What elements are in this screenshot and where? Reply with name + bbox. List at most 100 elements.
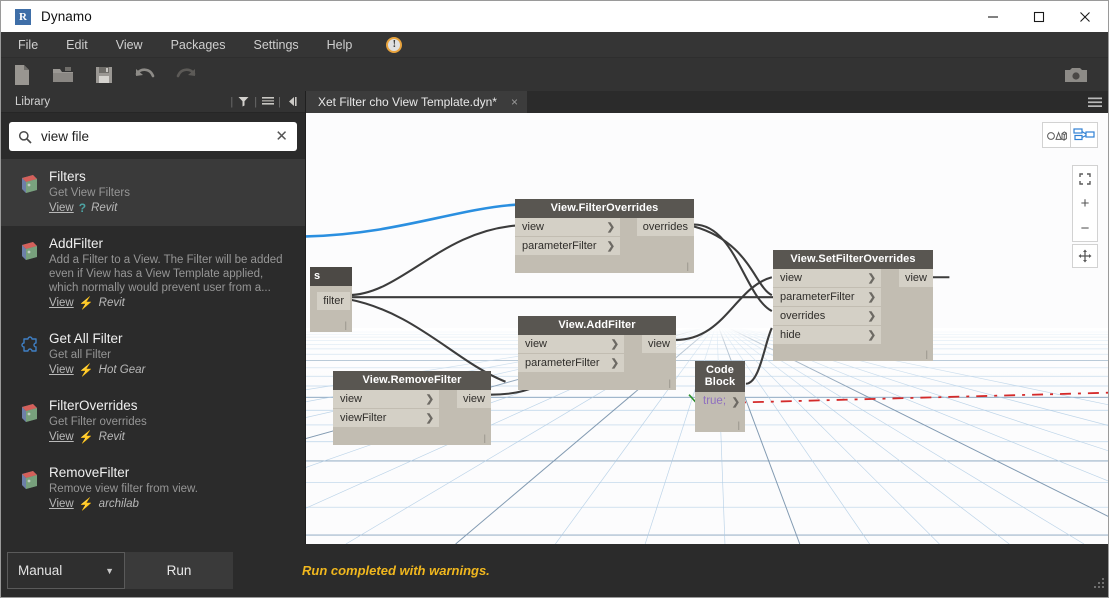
menu-view[interactable]: View: [116, 34, 143, 56]
dynamo-window: R Dynamo File Edit View Packages Setting…: [0, 0, 1109, 598]
run-button[interactable]: Run: [125, 552, 233, 589]
node-graph-icon[interactable]: [1070, 123, 1097, 147]
export-image-button[interactable]: [1055, 58, 1096, 91]
run-mode-select[interactable]: Manual ▼: [7, 552, 125, 589]
save-file-button[interactable]: [83, 58, 124, 91]
maximize-button[interactable]: [1016, 1, 1062, 32]
port-in-view[interactable]: view ❯: [515, 218, 620, 236]
result-category[interactable]: View: [49, 202, 74, 214]
library-result-removefilter[interactable]: RemoveFilter Remove view filter from vie…: [1, 455, 305, 522]
open-folder-button[interactable]: [42, 58, 83, 91]
result-category[interactable]: View: [49, 297, 74, 309]
port-in-view[interactable]: view ❯: [333, 390, 439, 408]
dynamo-logo-icon: R: [15, 8, 31, 25]
graph-canvas[interactable]: s filter | View.FilterOverrides view ❯ p…: [306, 113, 1108, 544]
revit-node-icon: [9, 236, 49, 309]
port-in-view[interactable]: view ❯: [773, 269, 881, 287]
hamburger-menu-icon[interactable]: [1082, 91, 1108, 113]
node-view-setfilteroverrides[interactable]: View.SetFilterOverrides view ❯ parameter…: [773, 250, 933, 361]
zoom-to-fit-button[interactable]: [1073, 166, 1097, 191]
menu-packages[interactable]: Packages: [171, 34, 226, 56]
port-in-parameterfilter[interactable]: parameterFilter ❯: [515, 237, 620, 255]
package-puzzle-icon: [9, 331, 49, 376]
library-result-addfilter[interactable]: AddFilter Add a Filter to a View. The Fi…: [1, 226, 305, 321]
node-resize-grip[interactable]: |: [345, 321, 347, 330]
result-body: RemoveFilter Remove view filter from vie…: [49, 465, 297, 510]
port-out-view[interactable]: view: [898, 269, 933, 287]
result-category[interactable]: View: [49, 431, 74, 443]
port-label: view: [522, 221, 545, 233]
geometry-shapes-icon[interactable]: [1043, 123, 1070, 147]
title-bar: R Dynamo: [1, 1, 1108, 32]
search-box[interactable]: ✕: [9, 122, 297, 151]
port-label: parameterFilter: [522, 240, 597, 252]
node-body: view ❯ viewFilter ❯ view |: [333, 390, 491, 445]
zoom-controls: + −: [1072, 165, 1098, 242]
port-in-parameterfilter[interactable]: parameterFilter ❯: [518, 354, 624, 372]
node-view-filteroverrides[interactable]: View.FilterOverrides view ❯ parameterFil…: [515, 199, 694, 273]
new-file-button[interactable]: [1, 58, 42, 91]
port-in-parameterfilter[interactable]: parameterFilter ❯: [773, 288, 881, 306]
warning-exclamation-icon[interactable]: !: [386, 36, 403, 53]
clear-x-icon[interactable]: ✕: [275, 129, 288, 144]
window-resize-grip[interactable]: [1094, 576, 1105, 594]
port-out-overrides[interactable]: overrides: [636, 218, 694, 236]
chevron-right-icon: ❯: [610, 338, 619, 350]
result-title: AddFilter: [49, 236, 104, 251]
minimize-button[interactable]: [970, 1, 1016, 32]
perspective-grid-background: [306, 113, 1108, 544]
collapse-panel-icon[interactable]: [284, 93, 299, 111]
node-resize-grip[interactable]: |: [926, 350, 928, 359]
zoom-in-button[interactable]: +: [1073, 191, 1097, 216]
canvas-view-controls: + −: [1042, 122, 1098, 268]
library-result-get-all-filter[interactable]: Get All Filter Get all Filter View ⚡ Hot…: [1, 321, 305, 388]
chevron-right-icon: ❯: [867, 310, 876, 322]
menu-edit[interactable]: Edit: [66, 34, 88, 56]
undo-button[interactable]: [124, 58, 165, 91]
library-result-filteroverrides[interactable]: FilterOverrides Get Filter overrides Vie…: [1, 388, 305, 455]
pan-button[interactable]: [1072, 244, 1098, 268]
menu-help[interactable]: Help: [327, 34, 353, 56]
node-resize-grip[interactable]: |: [687, 262, 689, 271]
port-out-view[interactable]: view: [456, 390, 491, 408]
lightning-bolt-icon: ⚡: [78, 497, 94, 511]
view-mode-toggle: [1042, 122, 1098, 148]
filter-funnel-icon[interactable]: [236, 93, 251, 111]
port-row: parameterFilter ❯: [518, 354, 624, 372]
list-lines-icon[interactable]: [260, 93, 275, 111]
library-panel: Library | | | view file ✕ Filters Get Vi…: [1, 91, 306, 544]
tab-graph-document[interactable]: Xet Filter cho View Template.dyn* ×: [306, 91, 527, 113]
close-button[interactable]: [1062, 1, 1108, 32]
library-result-filters[interactable]: Filters Get View Filters View ? Revit: [1, 159, 305, 226]
result-library: Revit: [91, 202, 118, 214]
result-title: Filters: [49, 169, 86, 184]
node-body: filter |: [310, 286, 352, 332]
result-meta: View ⚡ Hot Gear: [49, 364, 291, 376]
redo-button[interactable]: [165, 58, 206, 91]
port-row: overrides ❯: [773, 307, 881, 325]
tab-close-icon[interactable]: ×: [511, 96, 518, 108]
port-in-overrides[interactable]: overrides ❯: [773, 307, 881, 325]
port-in-viewfilter[interactable]: viewFilter ❯: [333, 409, 439, 427]
port-in-hide[interactable]: hide ❯: [773, 326, 881, 344]
zoom-out-button[interactable]: −: [1073, 216, 1097, 241]
node-resize-grip[interactable]: |: [669, 379, 671, 388]
node-title: s: [310, 267, 352, 286]
menu-settings[interactable]: Settings: [253, 34, 298, 56]
node-resize-grip[interactable]: |: [484, 434, 486, 443]
menu-file[interactable]: File: [18, 34, 38, 56]
result-category[interactable]: View: [49, 498, 74, 510]
port-out-view[interactable]: view: [641, 335, 676, 353]
chevron-right-icon: ❯: [425, 393, 434, 405]
node-view-removefilter[interactable]: View.RemoveFilter view ❯ viewFilter ❯ vi…: [333, 371, 491, 445]
run-status-message: Run completed with warnings.: [302, 563, 490, 578]
node-view-addfilter[interactable]: View.AddFilter view ❯ parameterFilter ❯ …: [518, 316, 676, 390]
node-partial-left[interactable]: s filter |: [310, 267, 352, 332]
result-category[interactable]: View: [49, 364, 74, 376]
node-code-block[interactable]: Code Block true; ❯ |: [695, 361, 745, 432]
result-body: FilterOverrides Get Filter overrides Vie…: [49, 398, 297, 443]
port-in-view[interactable]: view ❯: [518, 335, 624, 353]
node-resize-grip[interactable]: |: [738, 421, 740, 430]
port-out-filter[interactable]: filter: [317, 292, 350, 310]
search-input[interactable]: [41, 129, 276, 144]
